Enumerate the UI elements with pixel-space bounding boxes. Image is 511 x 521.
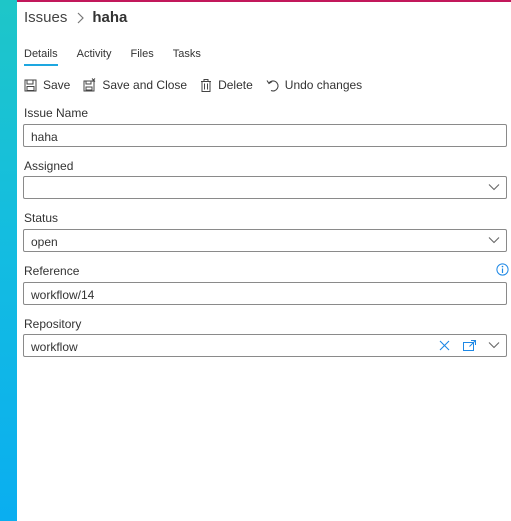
reference-label: Reference xyxy=(24,264,80,278)
save-and-close-button[interactable]: Save and Close xyxy=(83,78,187,92)
save-button[interactable]: Save xyxy=(24,78,70,92)
chevron-down-icon[interactable] xyxy=(488,183,500,191)
status-value: open xyxy=(31,235,58,249)
save-label: Save xyxy=(43,78,71,92)
tab-bar: Details Activity Files Tasks xyxy=(24,48,220,66)
undo-changes-button[interactable]: Undo changes xyxy=(266,78,362,92)
tab-tasks[interactable]: Tasks xyxy=(173,48,201,65)
info-icon[interactable] xyxy=(496,263,509,276)
undo-icon xyxy=(266,79,279,91)
clear-icon[interactable] xyxy=(439,340,450,351)
repository-label: Repository xyxy=(24,317,82,331)
repository-value: workflow xyxy=(31,340,78,354)
open-external-icon[interactable] xyxy=(463,340,476,351)
save-and-close-label: Save and Close xyxy=(102,78,188,92)
delete-button[interactable]: Delete xyxy=(200,78,253,92)
reference-value: workflow/14 xyxy=(31,288,95,302)
breadcrumb-current: haha xyxy=(92,9,128,26)
assigned-select[interactable] xyxy=(23,176,507,199)
status-label: Status xyxy=(24,211,59,225)
undo-changes-label: Undo changes xyxy=(284,78,363,92)
issue-detail-panel: Issues haha Details Activity Files Tasks… xyxy=(17,0,511,521)
tab-files[interactable]: Files xyxy=(130,48,153,65)
assigned-label: Assigned xyxy=(24,159,74,173)
issue-name-label: Issue Name xyxy=(24,106,89,120)
trash-icon xyxy=(201,78,212,92)
chevron-right-icon xyxy=(77,12,85,23)
chevron-down-icon[interactable] xyxy=(488,236,500,244)
status-select[interactable]: open xyxy=(23,229,507,252)
delete-label: Delete xyxy=(218,78,253,92)
tab-details[interactable]: Details xyxy=(24,48,58,66)
floppy-disk-icon xyxy=(24,79,37,91)
tab-activity[interactable]: Activity xyxy=(77,48,112,65)
issue-name-input[interactable]: haha xyxy=(23,124,507,147)
issue-name-value: haha xyxy=(31,130,58,144)
toolbar: Save Save and Close Delete Undo changes xyxy=(24,78,375,92)
breadcrumb: Issues haha xyxy=(24,9,127,26)
reference-input[interactable]: workflow/14 xyxy=(23,282,507,305)
chevron-down-icon[interactable] xyxy=(488,341,500,349)
sidebar-strip xyxy=(0,0,17,521)
breadcrumb-parent-link[interactable]: Issues xyxy=(24,9,67,26)
save-close-icon xyxy=(83,78,96,92)
repository-select[interactable]: workflow xyxy=(23,334,507,357)
